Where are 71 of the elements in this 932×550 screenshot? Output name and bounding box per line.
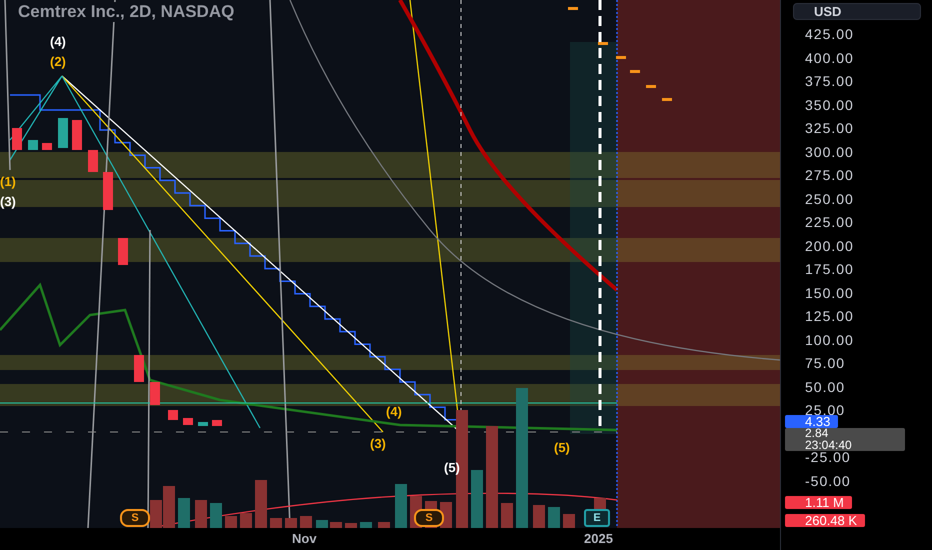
chart-title: Cemtrex Inc., 2D, NASDAQ — [18, 2, 234, 22]
projection-marker — [646, 85, 656, 88]
volume-bar — [345, 523, 357, 528]
wave-label: (5) — [444, 460, 460, 475]
volume-bar — [195, 500, 207, 528]
volume-bar — [210, 503, 222, 528]
volume-bar — [330, 522, 342, 528]
price-axis-label: -50.00 — [805, 472, 851, 489]
wave-label: (3) — [0, 194, 16, 209]
candlestick — [150, 382, 160, 405]
volume-bar — [300, 516, 312, 528]
price-axis-label: 375.00 — [805, 73, 854, 90]
price-axis-label: 275.00 — [805, 167, 854, 184]
event-marker[interactable]: S — [414, 509, 444, 527]
volume-bar — [471, 470, 483, 528]
candlestick — [58, 118, 68, 148]
event-marker[interactable]: S — [120, 509, 150, 527]
volume-bar — [240, 513, 252, 528]
wave-label: (2) — [50, 54, 66, 69]
price-axis-label: 75.00 — [805, 355, 846, 372]
price-axis-label: 100.00 — [805, 332, 854, 348]
candlestick — [118, 238, 128, 265]
volume-bar — [563, 514, 575, 528]
projection-marker — [662, 98, 672, 101]
wave-label: (5) — [554, 440, 570, 455]
projection-marker — [630, 70, 640, 73]
countdown-badge: 2.84 23:04:40 — [785, 428, 905, 451]
volume-bar — [533, 505, 545, 528]
time-axis-label: Nov — [292, 531, 317, 546]
volume-bar — [548, 507, 560, 528]
projection-marker — [598, 42, 608, 45]
price-axis-label: 425.00 — [805, 26, 854, 42]
volume-bar — [395, 484, 407, 528]
price-axis-label: 150.00 — [805, 284, 854, 301]
candlestick — [12, 128, 22, 150]
volume-bar — [378, 522, 390, 528]
volume-bar — [255, 480, 267, 528]
price-axis-label: 175.00 — [805, 261, 854, 278]
volume-badge: 260.48 K — [785, 514, 866, 527]
price-badge: 4.33 — [785, 415, 838, 428]
price-axis-label: 325.00 — [805, 120, 854, 136]
projection-marker — [616, 56, 626, 59]
candlestick — [134, 355, 144, 382]
candlestick — [88, 150, 98, 172]
volume-bar — [285, 518, 297, 528]
price-axis-label: 300.00 — [805, 144, 854, 160]
event-marker[interactable]: E — [584, 509, 610, 527]
price-axis-label: 400.00 — [805, 50, 854, 66]
price-axis-label: 250.00 — [805, 190, 854, 207]
price-axis-label: 350.00 — [805, 96, 854, 113]
wave-label: (4) — [50, 34, 66, 49]
currency-button[interactable]: USD — [793, 3, 921, 20]
projection-marker — [568, 7, 578, 10]
time-axis-label: 2025 — [584, 531, 613, 546]
price-axis-label: 200.00 — [805, 238, 854, 254]
price-axis-label: 225.00 — [805, 214, 854, 230]
wave-label: (1) — [0, 174, 16, 189]
wave-label: (4) — [386, 404, 402, 419]
candlestick — [103, 172, 113, 210]
price-axis-label: -25.00 — [805, 449, 851, 466]
volume-bar — [225, 516, 237, 528]
wave-label: (3) — [370, 436, 386, 451]
volume-badge: 1.11 M — [785, 496, 852, 509]
volume-bar — [270, 518, 282, 528]
volume-bar — [360, 522, 372, 528]
price-axis-label: 50.00 — [805, 378, 846, 395]
price-axis-label: 125.00 — [805, 308, 854, 324]
candlestick — [72, 120, 82, 150]
volume-bar — [501, 503, 513, 528]
volume-bar — [178, 498, 190, 528]
volume-bar — [316, 520, 328, 528]
